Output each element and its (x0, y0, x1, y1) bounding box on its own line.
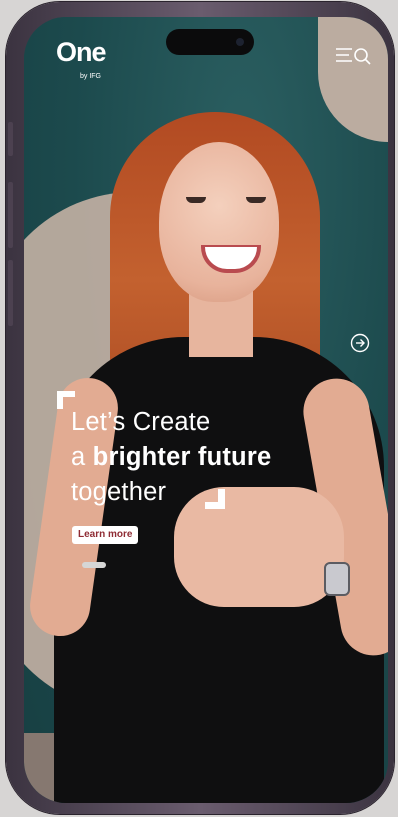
brand-byline: by IFG (80, 73, 102, 80)
arrow-right-circle-icon (350, 333, 370, 353)
next-slide-button[interactable] (350, 333, 370, 353)
phone-frame: One by IFG Let’s Create a brighter futur… (6, 2, 394, 814)
corner-bracket-icon (205, 489, 225, 509)
learn-more-button[interactable]: Learn more (72, 526, 139, 544)
brand-logo[interactable]: One (56, 37, 107, 68)
side-button (8, 122, 13, 156)
dynamic-island (166, 29, 254, 55)
hero-line-2-prefix: a (71, 443, 93, 471)
hero-photo-eye (246, 197, 266, 203)
hero-photo-eye (186, 197, 206, 203)
hero-line-2-bold: brighter future (92, 443, 272, 471)
hero-photo-face (159, 142, 279, 302)
side-button (8, 182, 13, 248)
side-button (8, 260, 13, 326)
hero-line-1: Let’s Create (71, 408, 211, 436)
menu-search-button[interactable] (334, 44, 374, 68)
bracelet (82, 562, 106, 568)
camera-icon (236, 38, 244, 46)
watch (324, 562, 350, 596)
hero-line-2: a brighter future (71, 440, 361, 475)
menu-search-icon (336, 48, 371, 65)
phone-screen: One by IFG Let’s Create a brighter futur… (24, 17, 388, 803)
